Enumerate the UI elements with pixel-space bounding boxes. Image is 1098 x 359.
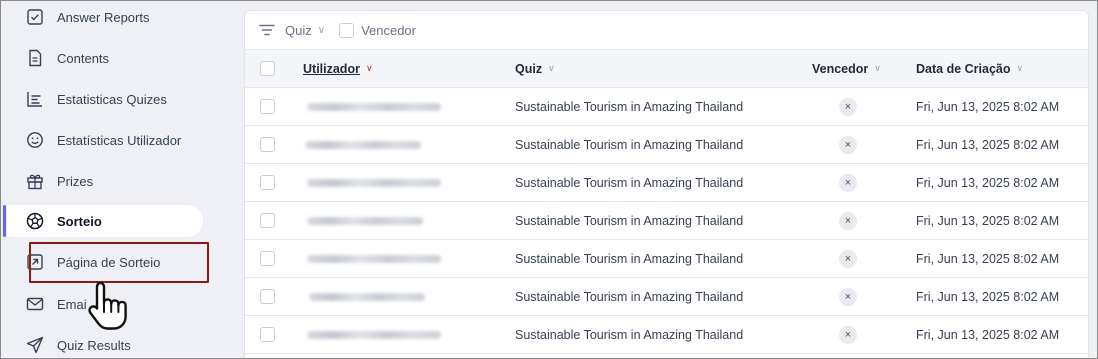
mail-icon xyxy=(25,294,45,314)
redacted-username xyxy=(305,140,421,149)
row-quiz: Sustainable Tourism in Amazing Thailand xyxy=(515,137,744,152)
row-checkbox[interactable] xyxy=(260,213,275,228)
column-header-created[interactable]: Data de Criação ∨ xyxy=(916,50,1023,87)
column-header-quiz-label: Quiz xyxy=(515,61,543,76)
row-created: Fri, Jun 13, 2025 8:02 AM xyxy=(916,137,1060,152)
send-icon xyxy=(25,335,45,355)
row-checkbox[interactable] xyxy=(260,327,275,342)
table-header: Utilizador ∨ Quiz ∨ Vencedor ∨ Data de C… xyxy=(245,50,1088,88)
sidebar-item-label: Estatísticas Utilizador xyxy=(57,132,182,148)
winner-filter-checkbox[interactable] xyxy=(339,22,355,38)
redacted-username xyxy=(307,330,441,339)
sidebar-item-label: Answer Reports xyxy=(57,9,150,25)
table-row[interactable]: Sustainable Tourism in Amazing Thailand … xyxy=(245,164,1088,202)
redacted-username xyxy=(307,216,423,225)
row-created: Fri, Jun 13, 2025 8:02 AM xyxy=(916,289,1060,304)
checkbox-icon xyxy=(25,7,45,27)
winner-no-icon: × xyxy=(839,135,857,154)
sort-chevron-icon: ∨ xyxy=(365,63,373,73)
column-header-user-label: Utilizador xyxy=(303,61,360,76)
sidebar-item-label: Quiz Results xyxy=(57,337,131,353)
row-created: Fri, Jun 13, 2025 8:02 AM xyxy=(916,327,1060,342)
sidebar-item-estatisticas-utilizador[interactable]: Estatísticas Utilizador xyxy=(7,124,203,156)
row-quiz: Sustainable Tourism in Amazing Thailand xyxy=(515,213,744,228)
row-quiz: Sustainable Tourism in Amazing Thailand xyxy=(515,99,744,114)
winner-no-icon: × xyxy=(839,97,857,116)
sort-chevron-icon: ∨ xyxy=(1016,63,1024,73)
sidebar-item-contents[interactable]: Contents xyxy=(7,42,203,74)
row-checkbox[interactable] xyxy=(260,99,275,114)
ball-icon xyxy=(25,211,45,231)
table-body: Sustainable Tourism in Amazing Thailand … xyxy=(245,88,1088,354)
row-checkbox[interactable] xyxy=(260,251,275,266)
column-header-created-label: Data de Criação xyxy=(916,61,1011,76)
column-header-winner[interactable]: Vencedor ∨ xyxy=(812,50,881,87)
sidebar-item-label: Prizes xyxy=(57,173,94,189)
sidebar-item-answer-reports[interactable]: Answer Reports xyxy=(7,1,203,33)
row-checkbox[interactable] xyxy=(260,137,275,152)
filter-icon[interactable] xyxy=(259,22,275,38)
sidebar-item-label: Sorteio xyxy=(57,213,102,229)
sidebar-item-prizes[interactable]: Prizes xyxy=(7,165,203,197)
table-row[interactable]: Sustainable Tourism in Amazing Thailand … xyxy=(245,278,1088,316)
sidebar-item-estatisticas-quizes[interactable]: Estatisticas Quizes xyxy=(7,83,203,115)
gift-icon xyxy=(25,171,45,191)
column-header-user[interactable]: Utilizador ∨ xyxy=(303,50,373,87)
app-window: Answer Reports Contents Estatisticas Qui… xyxy=(0,0,1098,359)
sidebar-item-label: Contents xyxy=(57,50,110,66)
row-created: Fri, Jun 13, 2025 8:02 AM xyxy=(916,99,1060,114)
row-created: Fri, Jun 13, 2025 8:02 AM xyxy=(916,175,1060,190)
row-quiz: Sustainable Tourism in Amazing Thailand xyxy=(515,175,744,190)
column-header-quiz[interactable]: Quiz ∨ xyxy=(515,50,555,87)
row-quiz: Sustainable Tourism in Amazing Thailand xyxy=(515,289,744,304)
redacted-username xyxy=(309,292,425,301)
redacted-username xyxy=(307,178,441,187)
filter-toolbar: Quiz ∨ Vencedor xyxy=(245,11,1088,50)
sidebar-item-label: Estatisticas Quizes xyxy=(57,91,167,107)
winner-no-icon: × xyxy=(839,211,857,230)
winner-no-icon: × xyxy=(839,325,857,344)
row-checkbox[interactable] xyxy=(260,175,275,190)
chevron-down-icon: ∨ xyxy=(317,24,326,36)
main-panel: Quiz ∨ Vencedor Utilizador ∨ Quiz ∨ Venc… xyxy=(244,10,1089,358)
select-all-checkbox[interactable] xyxy=(260,61,275,76)
winner-no-icon: × xyxy=(839,249,857,268)
sidebar-item-sorteio[interactable]: Sorteio xyxy=(3,205,203,237)
table-row[interactable]: Sustainable Tourism in Amazing Thailand … xyxy=(245,316,1088,354)
sort-chevron-icon: ∨ xyxy=(874,63,881,73)
quiz-filter-dropdown[interactable]: Quiz xyxy=(285,23,312,38)
row-created: Fri, Jun 13, 2025 8:02 AM xyxy=(916,213,1060,228)
row-quiz: Sustainable Tourism in Amazing Thailand xyxy=(515,327,744,342)
table-row[interactable]: Sustainable Tourism in Amazing Thailand … xyxy=(245,202,1088,240)
table-row[interactable]: Sustainable Tourism in Amazing Thailand … xyxy=(245,126,1088,164)
winner-no-icon: × xyxy=(839,287,857,306)
redacted-username xyxy=(307,102,441,111)
document-icon xyxy=(25,48,45,68)
row-created: Fri, Jun 13, 2025 8:02 AM xyxy=(916,251,1060,266)
sidebar: Answer Reports Contents Estatisticas Qui… xyxy=(1,1,227,358)
table-row[interactable]: Sustainable Tourism in Amazing Thailand … xyxy=(245,240,1088,278)
column-header-winner-label: Vencedor xyxy=(812,61,869,76)
winner-no-icon: × xyxy=(839,173,857,192)
row-checkbox[interactable] xyxy=(260,289,275,304)
table-row[interactable]: Sustainable Tourism in Amazing Thailand … xyxy=(245,88,1088,126)
sort-chevron-icon: ∨ xyxy=(548,63,555,73)
list-chart-icon xyxy=(25,89,45,109)
sidebar-item-quiz-results[interactable]: Quiz Results xyxy=(7,329,203,358)
redacted-username xyxy=(307,254,441,263)
smiley-icon xyxy=(25,130,45,150)
row-quiz: Sustainable Tourism in Amazing Thailand xyxy=(515,251,744,266)
hand-pointer-icon xyxy=(83,277,139,333)
winner-filter-label: Vencedor xyxy=(361,22,416,38)
